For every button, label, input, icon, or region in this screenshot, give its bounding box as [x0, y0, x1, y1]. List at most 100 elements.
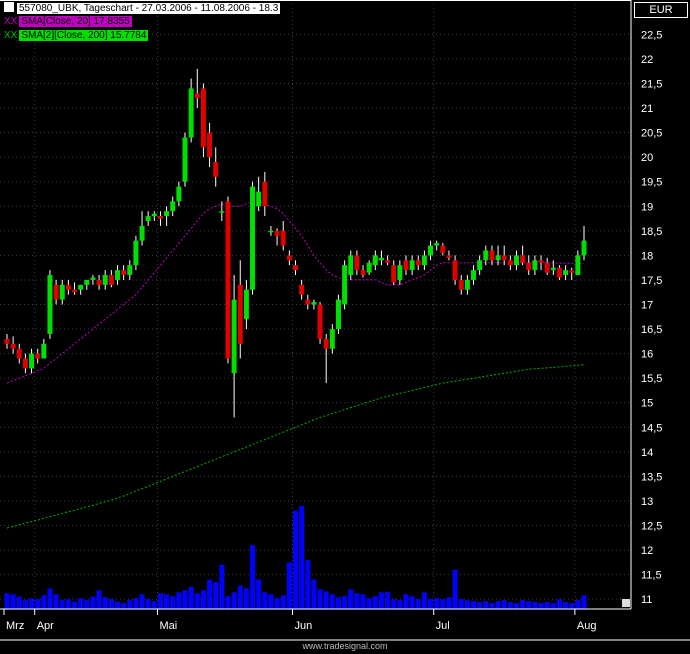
candle-body	[520, 255, 526, 263]
candle-body	[182, 137, 188, 182]
candle-body	[366, 262, 372, 273]
candle-body	[550, 267, 556, 271]
sma200-legend[interactable]: XX SMA[2][Close, 200] 15.7784	[4, 30, 149, 42]
volume-bar	[372, 596, 378, 609]
volume-bar	[96, 590, 102, 609]
candle-body	[268, 230, 274, 233]
candle-body	[256, 191, 262, 207]
volume-bar	[47, 588, 53, 609]
candle-body	[200, 88, 206, 148]
candle-body	[250, 186, 256, 290]
volume-bar	[452, 569, 458, 609]
volume-bar	[538, 603, 544, 609]
volume-bar	[151, 601, 157, 609]
candle-body	[348, 255, 354, 276]
candle-body	[29, 353, 35, 369]
candle-body	[72, 289, 78, 293]
volume-bar	[569, 603, 575, 609]
candle-body	[305, 299, 311, 305]
y-tick-label: 14	[641, 447, 653, 459]
volume-bar	[176, 592, 182, 609]
sma20-legend[interactable]: XX SMA[Close, 20] 17.8355	[4, 16, 132, 28]
y-tick-label: 19	[641, 201, 653, 213]
y-tick-label: 14,5	[641, 422, 662, 434]
volume-bar	[127, 600, 133, 609]
candle-body	[544, 262, 550, 273]
y-tick-label: 12	[641, 545, 653, 557]
currency-label: EUR	[634, 2, 688, 18]
resize-handle[interactable]	[622, 599, 630, 607]
candle-body	[513, 255, 519, 266]
volume-bar	[65, 599, 71, 609]
volume-bar	[41, 595, 47, 609]
candle-body	[311, 302, 317, 305]
candle-body	[286, 255, 292, 261]
volume-bar	[170, 596, 176, 609]
volume-bar	[556, 599, 562, 609]
y-tick-label: 20,5	[641, 128, 662, 140]
candle-body	[434, 243, 440, 246]
volume-bar	[354, 593, 360, 609]
candle-body	[317, 304, 323, 339]
volume-bar	[114, 601, 120, 609]
volume-bar	[385, 591, 391, 609]
candle-body	[360, 270, 366, 276]
volume-bar	[532, 602, 538, 609]
candle-body	[41, 343, 47, 359]
candle-body	[231, 299, 237, 374]
volume-bar	[507, 602, 513, 609]
x-tick-label: Apr	[37, 620, 54, 632]
volume-bar	[145, 599, 151, 609]
instrument-label: 557080_UBK, Tageschart - 27.03.2006 - 11…	[17, 3, 281, 14]
candle-body	[237, 284, 243, 344]
candle-body	[452, 260, 458, 280]
x-tick-label: Aug	[577, 620, 597, 632]
candle-body	[22, 358, 28, 369]
price-chart[interactable]: 11 11,5 12 12,5 13 13,5 14 14,5 15 15,5 16 16,5 17 17…	[0, 0, 690, 654]
volume-bar	[323, 591, 329, 609]
candle-body	[145, 216, 151, 222]
volume-bar	[286, 562, 292, 609]
candle-body	[213, 162, 219, 177]
volume-bar	[274, 598, 280, 609]
y-tick-label: 21	[641, 103, 653, 115]
volume-bar	[256, 579, 262, 609]
volume-bar	[157, 593, 163, 609]
volume-bar	[139, 594, 145, 609]
y-tick-label: 15	[641, 398, 653, 410]
candle-body	[262, 181, 268, 207]
volume-bar	[72, 601, 78, 609]
volume-bar	[22, 600, 28, 609]
y-tick-label: 13	[641, 496, 653, 508]
candle-body	[526, 262, 532, 271]
candle-body	[176, 186, 182, 202]
candle-body	[575, 255, 581, 276]
volume-bar	[440, 599, 446, 609]
candle-body	[219, 211, 225, 213]
candle-body	[538, 260, 544, 263]
candle-body	[188, 88, 194, 138]
candle-body	[403, 260, 409, 271]
volume-bar	[501, 600, 507, 609]
instrument-legend[interactable]: 557080_UBK, Tageschart - 27.03.2006 - 11…	[4, 2, 281, 15]
y-tick-label: 11	[641, 594, 652, 606]
y-tick-label: 18	[641, 250, 653, 262]
volume-bar	[360, 594, 366, 609]
candle-body	[225, 201, 231, 359]
volume-bar	[243, 588, 249, 609]
candle-body	[121, 270, 127, 276]
candle-body	[409, 260, 415, 271]
volume-bar	[458, 599, 464, 609]
volume-bar	[35, 599, 41, 609]
candle-body	[170, 201, 176, 212]
volume-bar	[520, 600, 526, 609]
volume-bar	[513, 603, 519, 609]
candle-body	[323, 338, 329, 349]
candle-body	[440, 245, 446, 253]
candle-body	[415, 260, 421, 266]
candle-body	[342, 265, 348, 305]
candle-body	[243, 289, 249, 320]
y-tick-label: 13,5	[641, 471, 662, 483]
y-tick-label: 16	[641, 349, 653, 361]
candle-body	[569, 270, 575, 273]
